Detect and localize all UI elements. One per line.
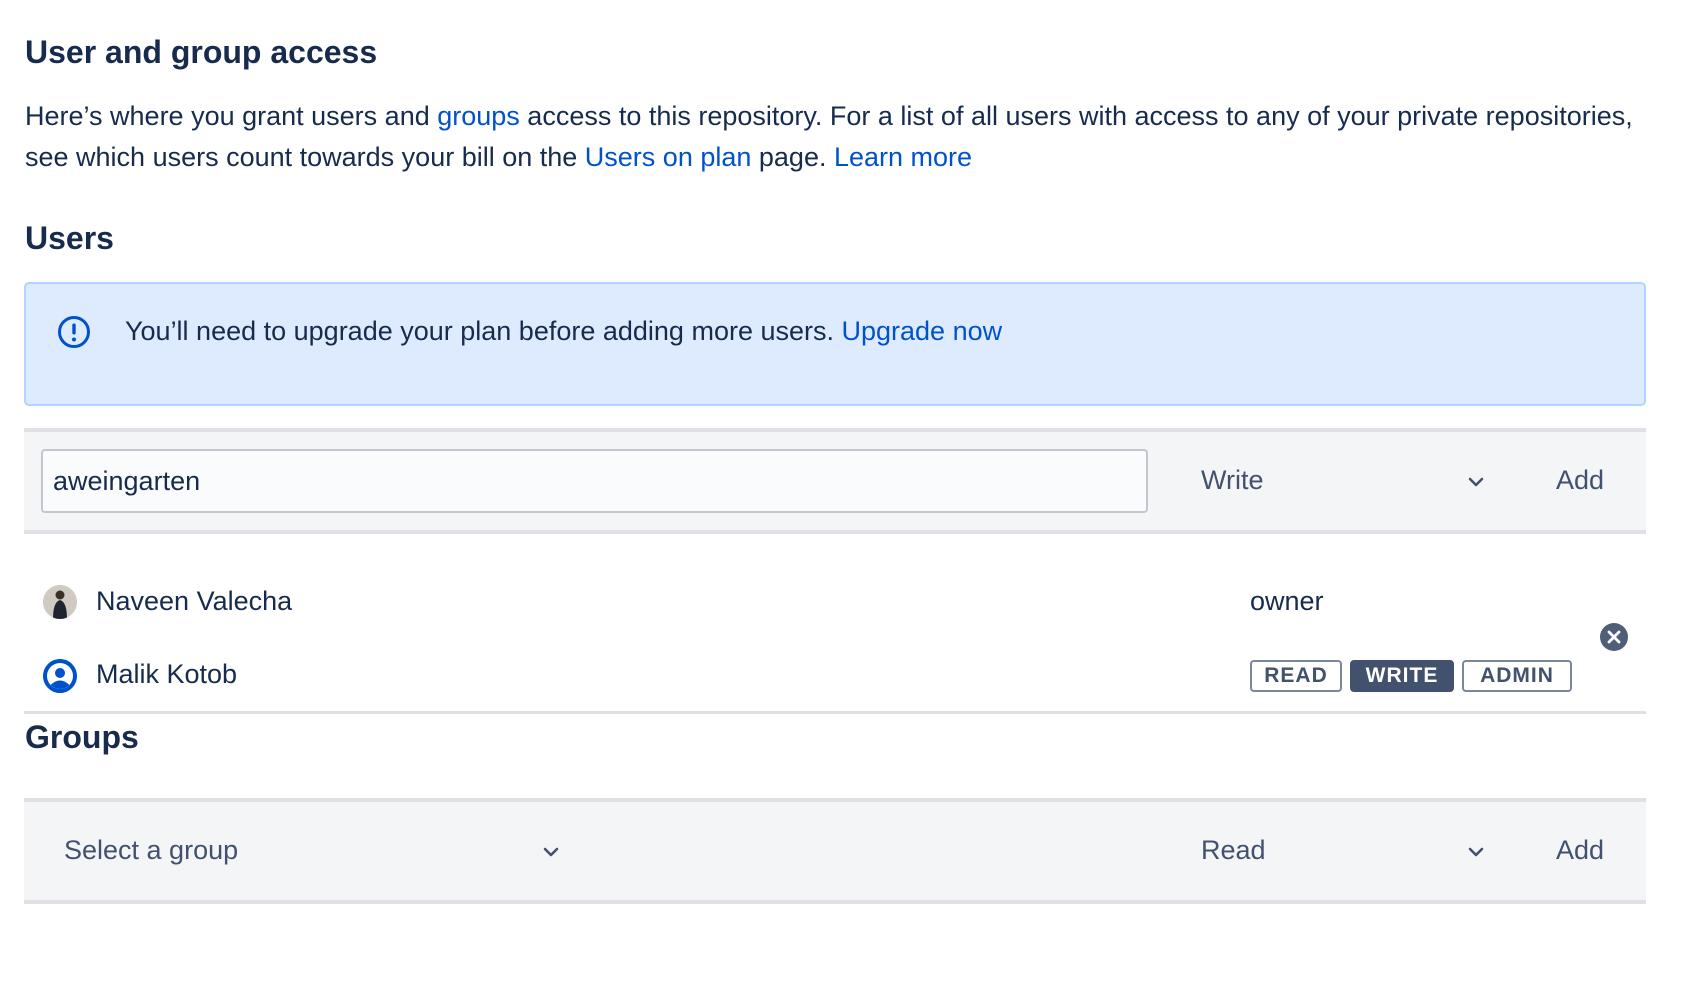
permission-write-button[interactable]: WRITE xyxy=(1350,660,1454,692)
group-select[interactable]: Select a group xyxy=(64,835,238,866)
users-on-plan-link[interactable]: Users on plan xyxy=(585,142,752,172)
group-permission-select[interactable]: Read xyxy=(1201,835,1266,866)
user-name: Naveen Valecha xyxy=(96,586,293,616)
users-list-divider xyxy=(24,711,1646,714)
page-description: Here’s where you grant users and groups … xyxy=(25,96,1645,178)
user-permission-select[interactable]: Write xyxy=(1201,465,1264,496)
page-title: User and group access xyxy=(25,34,378,70)
add-group-row xyxy=(24,798,1646,904)
learn-more-link[interactable]: Learn more xyxy=(834,142,972,172)
permission-read-button[interactable]: READ xyxy=(1250,660,1342,692)
default-user-avatar-icon xyxy=(43,659,77,693)
chevron-down-icon[interactable] xyxy=(1466,472,1486,492)
upgrade-now-link[interactable]: Upgrade now xyxy=(842,316,1003,346)
groups-heading: Groups xyxy=(25,719,139,755)
add-user-button[interactable]: Add xyxy=(1556,465,1604,496)
banner-message: You’ll need to upgrade your plan before … xyxy=(125,316,1002,347)
add-group-button[interactable]: Add xyxy=(1556,835,1604,866)
chevron-down-icon[interactable] xyxy=(541,842,561,862)
permission-admin-button[interactable]: ADMIN xyxy=(1462,660,1572,692)
avatar xyxy=(43,659,77,693)
user-name: Malik Kotob xyxy=(96,659,238,689)
groups-link[interactable]: groups xyxy=(437,101,520,131)
users-heading: Users xyxy=(25,220,114,256)
description-text: page. xyxy=(751,142,834,172)
user-role: owner xyxy=(1250,586,1324,616)
avatar xyxy=(43,585,77,619)
photo-avatar-icon xyxy=(43,585,77,619)
info-icon xyxy=(58,316,90,348)
description-text: Here’s where you grant users and xyxy=(25,101,438,131)
user-search-input[interactable] xyxy=(41,449,1148,513)
remove-circle-icon[interactable] xyxy=(1599,622,1629,652)
chevron-down-icon[interactable] xyxy=(1466,842,1486,862)
banner-text: You’ll need to upgrade your plan before … xyxy=(125,316,842,346)
upgrade-banner: You’ll need to upgrade your plan before … xyxy=(24,282,1646,406)
